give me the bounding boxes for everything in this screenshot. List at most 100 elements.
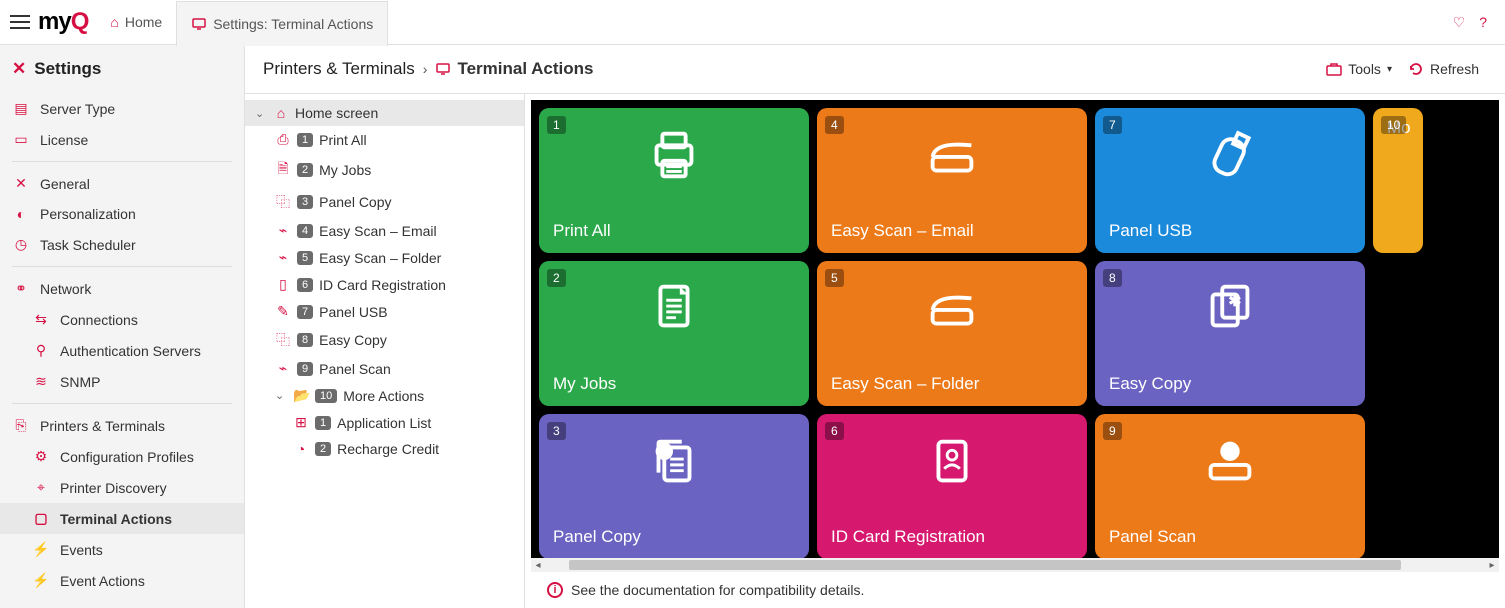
tree-item-id-card-registration[interactable]: ▯6ID Card Registration: [245, 271, 524, 298]
tree-item-label: Print All: [319, 132, 366, 148]
tile-panel-scan[interactable]: 9Panel Scan: [1095, 414, 1365, 558]
sidebar-item-personalization[interactable]: ◐Personalization: [0, 199, 244, 229]
tile-easy-scan-folder[interactable]: 5Easy Scan – Folder: [817, 261, 1087, 406]
tile-number: 10: [1381, 116, 1406, 134]
tree-item-label: Panel Copy: [319, 194, 391, 210]
tree-item-more-actions[interactable]: ⌄📂10More Actions: [245, 382, 524, 409]
license-icon: ▭: [12, 131, 30, 148]
sidebar-header: ✕ Settings: [0, 45, 244, 93]
tree-item-label: More Actions: [343, 388, 424, 404]
sidebar-item-configuration-profiles[interactable]: ⚙Configuration Profiles: [0, 441, 244, 472]
sidebar-item-license[interactable]: ▭ License: [0, 124, 244, 155]
printer-icon: [638, 124, 710, 186]
tree-item-label: Panel Scan: [319, 361, 391, 377]
sidebar-item-task-scheduler[interactable]: ◷Task Scheduler: [0, 229, 244, 260]
tree-item-easy-copy[interactable]: ⿻ 8 Easy Copy: [245, 325, 524, 355]
order-badge: 7: [297, 305, 313, 319]
tree-item-easy-scan-folder[interactable]: ⌁5Easy Scan – Folder: [245, 244, 524, 271]
sidebar-item-event-actions[interactable]: ⚡Event Actions: [0, 565, 244, 596]
tile-easy-copy[interactable]: 8Easy Copy: [1095, 261, 1365, 406]
tree-item-print-all[interactable]: ⎙1Print All: [245, 126, 524, 153]
scroll-left-icon[interactable]: ◂: [531, 560, 545, 571]
tree-item-panel-usb[interactable]: ✎7Panel USB: [245, 298, 524, 325]
tree-item-my-jobs[interactable]: 🗎2My Jobs: [245, 153, 524, 187]
sidebar-item-events[interactable]: ⚡Events: [0, 534, 244, 565]
refresh-button[interactable]: Refresh: [1400, 57, 1487, 81]
tile-id-card-registration[interactable]: 6ID Card Registration: [817, 414, 1087, 558]
tree-item-application-list[interactable]: ⊞1Application List: [245, 409, 524, 436]
tree-item-label: Easy Scan – Email: [319, 223, 437, 239]
tile-label: Print All: [553, 221, 795, 241]
tree-item-easy-scan-email[interactable]: ⌁4Easy Scan – Email: [245, 217, 524, 244]
sidebar-item-printer-discovery[interactable]: ⌖Printer Discovery: [0, 472, 244, 503]
tile-easy-scan-email[interactable]: 4 Easy Scan – Email: [817, 108, 1087, 253]
server-icon: ▤: [12, 100, 30, 117]
tools-dropdown[interactable]: Tools ▾: [1318, 57, 1400, 81]
footnote: i See the documentation for compatibilit…: [531, 572, 1499, 608]
scan-icon: ⌁: [275, 249, 291, 266]
refresh-icon: [1408, 61, 1424, 77]
sidebar-item-connections[interactable]: ⇆Connections: [0, 304, 244, 335]
tile-number: 7: [1103, 116, 1122, 134]
tile-label: ID Card Registration: [831, 527, 1073, 547]
order-badge: 2: [315, 442, 331, 456]
network-icon: ⚭: [12, 280, 30, 297]
sidebar-item-authentication-servers[interactable]: ⚲Authentication Servers: [0, 335, 244, 366]
events-icon: ⚡: [32, 541, 50, 558]
chevron-down-icon: ⌄: [255, 107, 267, 120]
sidebar-item-terminal-actions[interactable]: ▢Terminal Actions: [0, 503, 244, 534]
tree-item-panel-copy[interactable]: ⿻3Panel Copy: [245, 187, 524, 217]
toolbox-icon: [1326, 62, 1342, 76]
tile-board: 1 Print All 2My Jobs3Panel Copy 4 Easy Scan …: [531, 100, 1499, 558]
horizontal-scrollbar[interactable]: ◂ ▸: [531, 558, 1499, 572]
sidebar-item-label: Printers & Terminals: [40, 418, 165, 434]
sidebar-item-network[interactable]: ⚭Network: [0, 273, 244, 304]
order-badge: 8: [297, 333, 313, 347]
tile-print-all[interactable]: 1 Print All: [539, 108, 809, 253]
terminal-icon: ▢: [32, 510, 50, 527]
tile-panel-usb[interactable]: 7Panel USB: [1095, 108, 1365, 253]
discovery-icon: ⌖: [32, 479, 50, 496]
help-icon[interactable]: ?: [1479, 14, 1487, 31]
tile-panel-copy[interactable]: 3Panel Copy: [539, 414, 809, 558]
tile-label: Easy Copy: [1109, 374, 1351, 394]
order-badge: 6: [297, 278, 313, 292]
connections-icon: ⇆: [32, 311, 50, 328]
scan-icon: ⌁: [275, 222, 291, 239]
tab-settings-terminal-actions[interactable]: Settings: Terminal Actions: [176, 1, 388, 46]
tile-mo[interactable]: 10Mo: [1373, 108, 1423, 253]
info-icon: i: [547, 582, 563, 598]
tile-number: 4: [825, 116, 844, 134]
gear-icon: ⚙: [32, 448, 50, 465]
order-badge: 1: [297, 133, 313, 147]
order-badge: 10: [315, 389, 337, 403]
tree-item-label: Panel USB: [319, 304, 387, 320]
breadcrumb-parent[interactable]: Printers & Terminals: [263, 59, 415, 79]
tree-item-recharge-credit[interactable]: ◔2Recharge Credit: [245, 436, 524, 462]
scroll-right-icon[interactable]: ▸: [1485, 560, 1499, 571]
health-icon[interactable]: ♡: [1453, 14, 1466, 31]
settings-icon: ✕: [12, 59, 26, 79]
idcard-icon: [916, 430, 988, 492]
sidebar-item-snmp[interactable]: ≋SNMP: [0, 366, 244, 397]
sidebar-item-server-type[interactable]: ▤Server Type: [0, 93, 244, 124]
usb-icon: [1194, 124, 1266, 186]
tile-my-jobs[interactable]: 2My Jobs: [539, 261, 809, 406]
tree-item-panel-scan[interactable]: ⌁9Panel Scan: [245, 355, 524, 382]
sidebar-item-general[interactable]: ✕General: [0, 168, 244, 199]
menu-toggle[interactable]: [6, 8, 34, 36]
scanner-icon: [916, 124, 988, 186]
sidebar-item-label: Personalization: [40, 206, 136, 222]
sidebar-item-label: License: [40, 132, 88, 148]
order-badge: 9: [297, 362, 313, 376]
scanner-icon: [916, 277, 988, 339]
document-icon: [638, 277, 710, 339]
tile-label: Easy Scan – Email: [831, 221, 1073, 241]
copy-icon: ⿻: [275, 330, 291, 350]
tree-item-label: Easy Copy: [319, 332, 387, 348]
tree-root-home-screen[interactable]: ⌄ ⌂ Home screen: [245, 100, 524, 126]
tile-number: 1: [547, 116, 566, 134]
tile-label: Easy Scan – Folder: [831, 374, 1073, 394]
sidebar-item-printers-terminals[interactable]: ⎘Printers & Terminals: [0, 410, 244, 441]
tab-home[interactable]: ⌂ Home: [96, 0, 176, 45]
